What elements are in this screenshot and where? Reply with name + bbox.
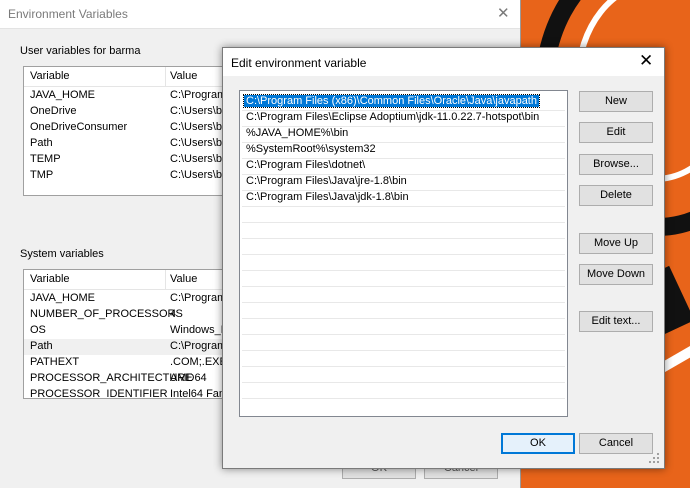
empty-row[interactable]: [242, 334, 565, 351]
dialog-title: Edit environment variable: [231, 56, 367, 70]
variable-name: PROCESSOR_ARCHITECTURE: [30, 372, 193, 384]
path-text: C:\Program Files\Java\jre-1.8\bin: [246, 175, 407, 187]
path-text: C:\Program Files (x86)\Common Files\Orac…: [243, 94, 540, 108]
empty-row[interactable]: [242, 382, 565, 399]
user-variables-label: User variables for barma: [20, 45, 141, 57]
path-text: C:\Program Files\Eclipse Adoptium\jdk-11…: [246, 111, 540, 123]
path-item[interactable]: C:\Program Files (x86)\Common Files\Orac…: [242, 94, 565, 111]
variable-name: OneDriveConsumer: [30, 121, 128, 133]
path-item[interactable]: C:\Program Files\Java\jre-1.8\bin: [242, 174, 565, 191]
delete-button[interactable]: Delete: [579, 185, 653, 206]
system-variables-label: System variables: [20, 248, 104, 260]
resize-grip-icon[interactable]: [648, 452, 660, 464]
path-item[interactable]: %SystemRoot%\system32: [242, 142, 565, 159]
variable-name: JAVA_HOME: [30, 292, 95, 304]
variable-name: NUMBER_OF_PROCESSORS: [30, 308, 183, 320]
variable-value: C:\Users\ba: [170, 121, 229, 133]
column-separator: [165, 270, 166, 289]
empty-row[interactable]: [242, 318, 565, 335]
variable-value: C:\Users\ba: [170, 169, 229, 181]
empty-row[interactable]: [242, 286, 565, 303]
empty-row[interactable]: [242, 270, 565, 287]
column-header-value[interactable]: Value: [170, 70, 197, 82]
browse-button[interactable]: Browse...: [579, 154, 653, 175]
variable-value: C:\Users\ba: [170, 153, 229, 165]
empty-row[interactable]: [242, 238, 565, 255]
variable-value: Windows_N: [170, 324, 229, 336]
column-header-value[interactable]: Value: [170, 273, 197, 285]
variable-name: PATHEXT: [30, 356, 80, 368]
column-separator: [165, 67, 166, 86]
path-item[interactable]: %JAVA_HOME%\bin: [242, 126, 565, 143]
window-title: Environment Variables: [8, 7, 128, 21]
variable-value: C:\Program: [170, 340, 227, 352]
empty-row[interactable]: [242, 302, 565, 319]
variable-value: 4: [170, 308, 177, 320]
edit-button[interactable]: Edit: [579, 122, 653, 143]
variable-name: JAVA_HOME: [30, 89, 95, 101]
variable-value: C:\Users\ba: [170, 137, 229, 149]
path-text: C:\Program Files\dotnet\: [246, 159, 366, 171]
path-text: %JAVA_HOME%\bin: [246, 127, 349, 139]
variable-name: Path: [30, 137, 53, 149]
empty-row[interactable]: [242, 254, 565, 271]
edit-text-button[interactable]: Edit text...: [579, 311, 653, 332]
variable-name: OneDrive: [30, 105, 77, 117]
variable-name: TMP: [30, 169, 54, 181]
move-down-button[interactable]: Move Down: [579, 264, 653, 285]
new-button[interactable]: New: [579, 91, 653, 112]
variable-name: TEMP: [30, 153, 61, 165]
variable-value: C:\Users\ba: [170, 105, 229, 117]
path-item[interactable]: C:\Program Files\dotnet\: [242, 158, 565, 175]
empty-row[interactable]: [242, 222, 565, 239]
path-text: C:\Program Files\Java\jdk-1.8\bin: [246, 191, 409, 203]
edit-environment-variable-dialog: Edit environment variable ✕ C:\Program F…: [222, 47, 665, 469]
cancel-button[interactable]: Cancel: [579, 433, 653, 454]
variable-value: AMD64: [170, 372, 207, 384]
move-up-button[interactable]: Move Up: [579, 233, 653, 254]
path-item[interactable]: C:\Program Files\Eclipse Adoptium\jdk-11…: [242, 110, 565, 127]
close-icon[interactable]: ✕: [639, 51, 653, 71]
variable-value: C:\Program: [170, 292, 227, 304]
variable-name: Path: [30, 340, 53, 352]
empty-row[interactable]: [242, 350, 565, 367]
ok-button[interactable]: OK: [501, 433, 575, 454]
empty-row[interactable]: [242, 206, 565, 223]
variable-value: Intel64 Fam: [170, 388, 229, 399]
variable-value: C:\Program: [170, 89, 227, 101]
empty-row[interactable]: [242, 366, 565, 383]
column-header-variable[interactable]: Variable: [30, 70, 70, 82]
path-item[interactable]: C:\Program Files\Java\jdk-1.8\bin: [242, 190, 565, 207]
variable-name: OS: [30, 324, 46, 336]
path-list[interactable]: C:\Program Files (x86)\Common Files\Orac…: [239, 90, 568, 417]
variable-name: PROCESSOR_IDENTIFIER: [30, 388, 168, 399]
path-text: %SystemRoot%\system32: [246, 143, 376, 155]
column-header-variable[interactable]: Variable: [30, 273, 70, 285]
close-icon[interactable]: ✕: [497, 4, 510, 22]
